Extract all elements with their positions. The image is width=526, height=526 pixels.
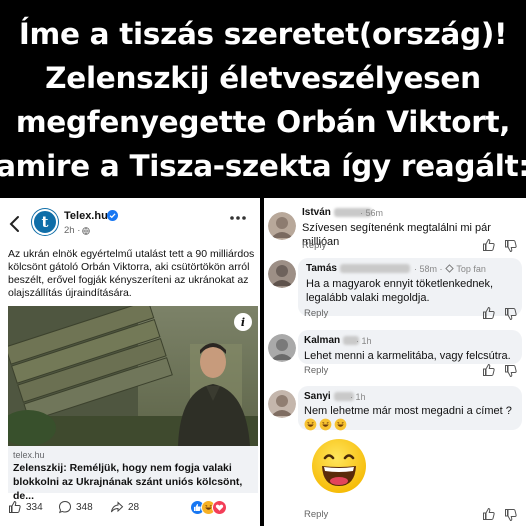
dislike-icon[interactable] [504, 508, 518, 522]
reply-button[interactable]: Reply [304, 365, 328, 376]
share-action[interactable]: 28 [110, 500, 139, 514]
diamond-icon [445, 264, 454, 273]
reply-button[interactable]: Reply [304, 509, 328, 520]
page-avatar[interactable]: t [32, 209, 58, 235]
laughing-emoji-icon [334, 418, 347, 431]
headline-line-2: Zelenszkij életveszélyesen [45, 61, 481, 95]
post-meta: 2h · [64, 225, 91, 236]
share-arrow-icon [111, 501, 124, 513]
time-text: 56m [365, 208, 384, 218]
zelenskyy-photo [8, 306, 258, 446]
avatar-letter: t [41, 213, 49, 231]
comment-count: 348 [76, 501, 93, 513]
time-text: 1h [355, 392, 366, 402]
like-icon[interactable] [482, 238, 496, 252]
headline: Íme a tiszás szeretet(ország)! Zelenszki… [0, 0, 526, 196]
comment-time: · 56m [360, 208, 384, 218]
author-name: Tamás [306, 263, 337, 274]
time-text: 58m · [419, 264, 446, 274]
author-name: Kalman [304, 335, 341, 346]
like-icon[interactable] [482, 306, 496, 320]
post-text: Az ukrán elnök egyértelmű utalást tett a… [8, 248, 255, 299]
comment-time: · 1h [350, 392, 366, 402]
link-preview-image[interactable]: i [8, 306, 258, 446]
more-options-icon[interactable] [228, 214, 248, 222]
avatar[interactable] [268, 212, 296, 240]
laughing-emoji-icon [304, 418, 317, 431]
dislike-icon[interactable] [504, 307, 518, 321]
reaction-emojis[interactable] [190, 500, 227, 515]
verified-badge-icon [107, 210, 118, 221]
info-icon[interactable]: i [234, 313, 252, 331]
like-count: 334 [26, 501, 43, 513]
like-action[interactable]: 334 [8, 500, 43, 514]
reaction-bar: 334 348 28 [0, 496, 262, 520]
comments-panel: István · 56m Szívesen segítenénk megtalá… [264, 198, 526, 526]
comment-time: · 1h [356, 336, 372, 346]
globe-icon [82, 226, 91, 235]
reply-button[interactable]: Reply [304, 308, 328, 319]
avatar[interactable] [268, 334, 296, 362]
comment-author[interactable]: Tamás [306, 263, 410, 274]
like-icon[interactable] [482, 507, 496, 521]
emoji-row [304, 418, 347, 431]
page-name[interactable]: Telex.hu [64, 210, 108, 222]
link-preview[interactable]: telex.hu Zelenszkij: Reméljük, hogy nem … [8, 446, 258, 502]
author-name: Sanyi [304, 391, 331, 402]
back-arrow-icon[interactable] [6, 214, 24, 234]
headline-line-1: Íme a tiszás szeretet(ország)! [18, 17, 508, 51]
laughing-emoji-icon [312, 439, 366, 493]
dislike-icon[interactable] [504, 364, 518, 378]
reply-button[interactable]: Reply [302, 240, 326, 251]
comment-author[interactable]: Kalman [304, 335, 360, 346]
avatar[interactable] [268, 260, 296, 288]
like-icon[interactable] [482, 363, 496, 377]
facebook-post: t Telex.hu 2h · Az ukrán elnök egyértelm… [0, 198, 262, 526]
comment-text: Ha a magyarok ennyit töketlenkednek, leg… [306, 278, 494, 304]
post-time: 2h · [64, 225, 81, 236]
comment-item: István · 56m Szívesen segítenénk megtalá… [264, 198, 526, 256]
link-domain: telex.hu [13, 450, 45, 460]
time-text: 1h [361, 336, 372, 346]
comment-action[interactable]: 348 [58, 500, 93, 514]
comment-author[interactable]: Sanyi [304, 391, 354, 402]
avatar[interactable] [268, 390, 296, 418]
top-fan-badge: Top fan [456, 264, 486, 274]
comment-time: · 58m · Top fan [414, 264, 486, 274]
thumbs-up-icon [9, 500, 21, 513]
author-name: István [302, 207, 331, 218]
headline-line-4: amire a Tisza-szekta így reagált: [0, 149, 526, 183]
headline-line-3: megfenyegette Orbán Viktort, [15, 105, 511, 139]
dislike-icon[interactable] [504, 239, 518, 253]
post-header: t Telex.hu 2h · [0, 206, 262, 242]
share-count: 28 [128, 501, 140, 513]
laughing-emoji-icon [319, 418, 332, 431]
love-reaction-icon [212, 500, 227, 515]
comment-text: Lehet menni a karmelitába, vagy felcsútr… [304, 350, 511, 362]
comment-bubble-icon [58, 500, 72, 514]
comment-text-content: Nem lehetme már most megadni a címet ? [304, 405, 512, 417]
